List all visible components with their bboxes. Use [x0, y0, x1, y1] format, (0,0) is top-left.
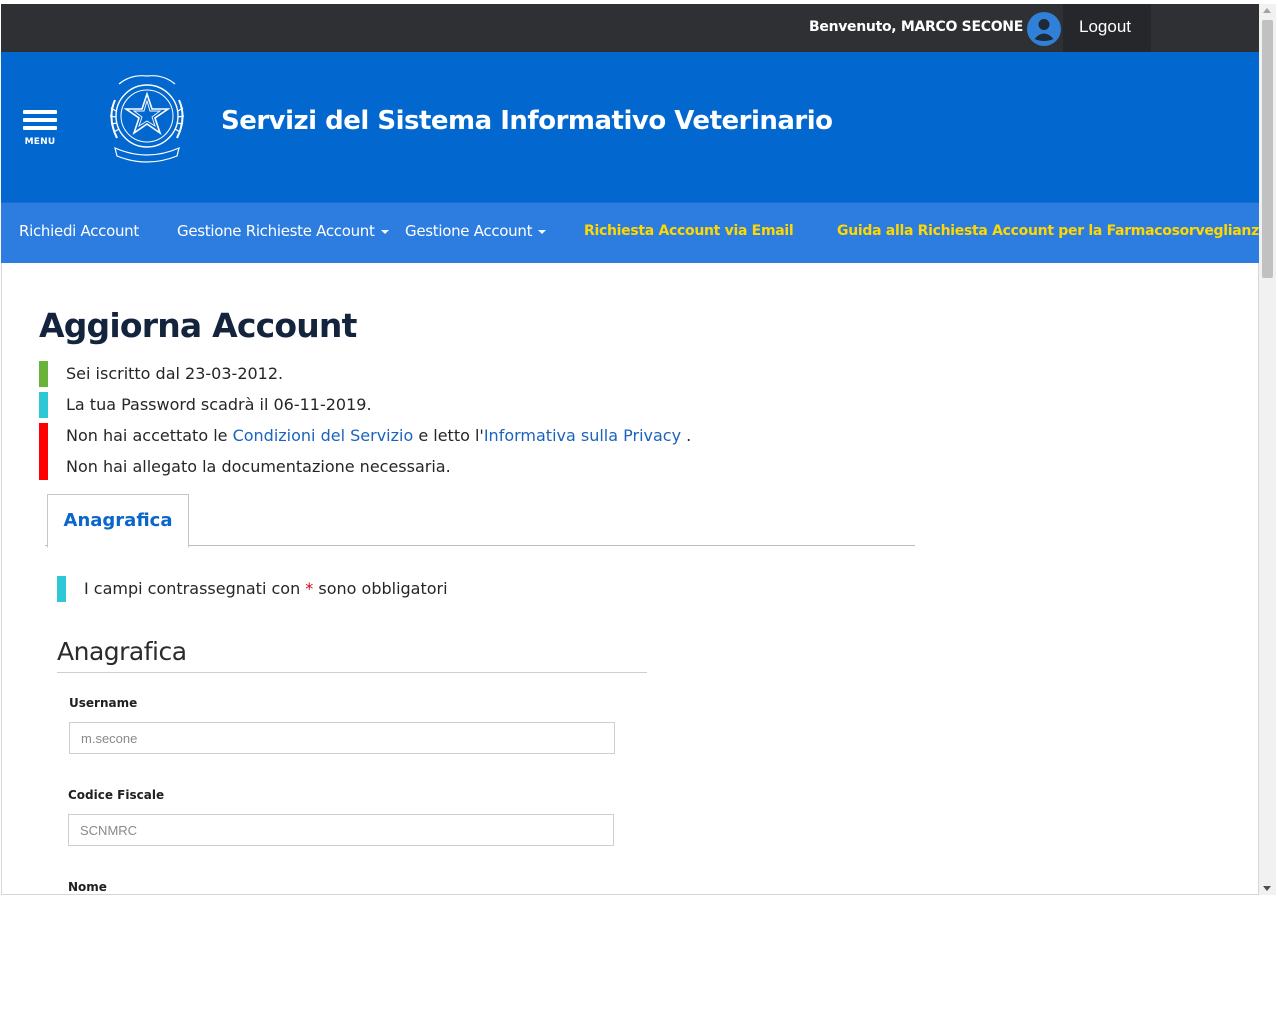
nav-richiedi-account[interactable]: Richiedi Account [19, 222, 139, 240]
section-title: Anagrafica [57, 637, 187, 666]
hamburger-icon [23, 110, 57, 114]
nav-gestione-account[interactable]: Gestione Account [405, 222, 547, 240]
alert-text-part: e letto l' [413, 426, 484, 445]
username-input[interactable] [69, 722, 615, 754]
top-bar: Benvenuto, MARCO SECONE Logout [1, 4, 1259, 52]
note-stripe [57, 576, 66, 602]
alert-stripe [39, 361, 48, 387]
welcome-text: Benvenuto, MARCO SECONE [809, 19, 1023, 35]
page-scrollbar[interactable] [1259, 4, 1276, 895]
privacy-link[interactable]: Informativa sulla Privacy [484, 426, 681, 445]
scroll-thumb[interactable] [1262, 20, 1273, 278]
nav-guida-farmacosorveglianza[interactable]: Guida alla Richiesta Account per la Farm… [837, 223, 1259, 239]
nav-richiesta-email[interactable]: Richiesta Account via Email [584, 223, 794, 239]
alert-text-part: Non hai accettato le [66, 426, 233, 445]
scroll-down-icon[interactable] [1263, 886, 1271, 891]
conditions-link[interactable]: Condizioni del Servizio [233, 426, 414, 445]
nome-label: Nome [68, 880, 107, 894]
logout-link[interactable]: Logout [1079, 17, 1131, 37]
page-title: Aggiorna Account [39, 306, 357, 345]
caret-down-icon [380, 229, 389, 234]
tab-anagrafica[interactable]: Anagrafica [47, 494, 189, 548]
nav-gestione-account-label: Gestione Account [405, 222, 533, 240]
alert-text-conditions: Non hai accettato le Condizioni del Serv… [66, 426, 691, 445]
nav-gestione-richieste-account[interactable]: Gestione Richieste Account [177, 222, 389, 240]
emblem-icon [101, 70, 193, 168]
scroll-up-icon[interactable] [1263, 8, 1271, 13]
hamburger-bar [23, 118, 57, 122]
site-header: MENU Servizi del Sistema Informativo Vet… [1, 52, 1259, 202]
menu-label: MENU [24, 137, 56, 147]
alert-text: La tua Password scadrà il 06-11-2019. [66, 395, 372, 414]
codice-fiscale-label: Codice Fiscale [68, 788, 165, 802]
required-note-post: sono obbligatori [313, 579, 448, 598]
main-nav: Richiedi Account Gestione Richieste Acco… [1, 202, 1259, 263]
alert-stripe [39, 423, 48, 480]
alert-text: Sei iscritto dal 23-03-2012. [66, 364, 284, 383]
browser-viewport: Benvenuto, MARCO SECONE Logout MENU Serv… [1, 4, 1259, 895]
alert-stripe [39, 392, 48, 418]
alert-text-part: . [681, 426, 692, 445]
username-label: Username [69, 696, 138, 710]
alert-text-documents: Non hai allegato la documentazione neces… [66, 457, 451, 476]
menu-button[interactable]: MENU [23, 110, 57, 147]
section-divider [57, 672, 647, 673]
caret-down-icon [538, 229, 547, 234]
hamburger-bar [23, 126, 57, 130]
required-note-text: I campi contrassegnati con * sono obblig… [84, 579, 448, 598]
tab-label: Anagrafica [63, 510, 173, 531]
required-note-pre: I campi contrassegnati con [84, 579, 306, 598]
codice-fiscale-input[interactable] [68, 814, 614, 846]
user-avatar-icon[interactable] [1027, 12, 1061, 46]
site-title: Servizi del Sistema Informativo Veterina… [221, 106, 833, 136]
nav-gestione-richieste-label: Gestione Richieste Account [177, 222, 375, 240]
